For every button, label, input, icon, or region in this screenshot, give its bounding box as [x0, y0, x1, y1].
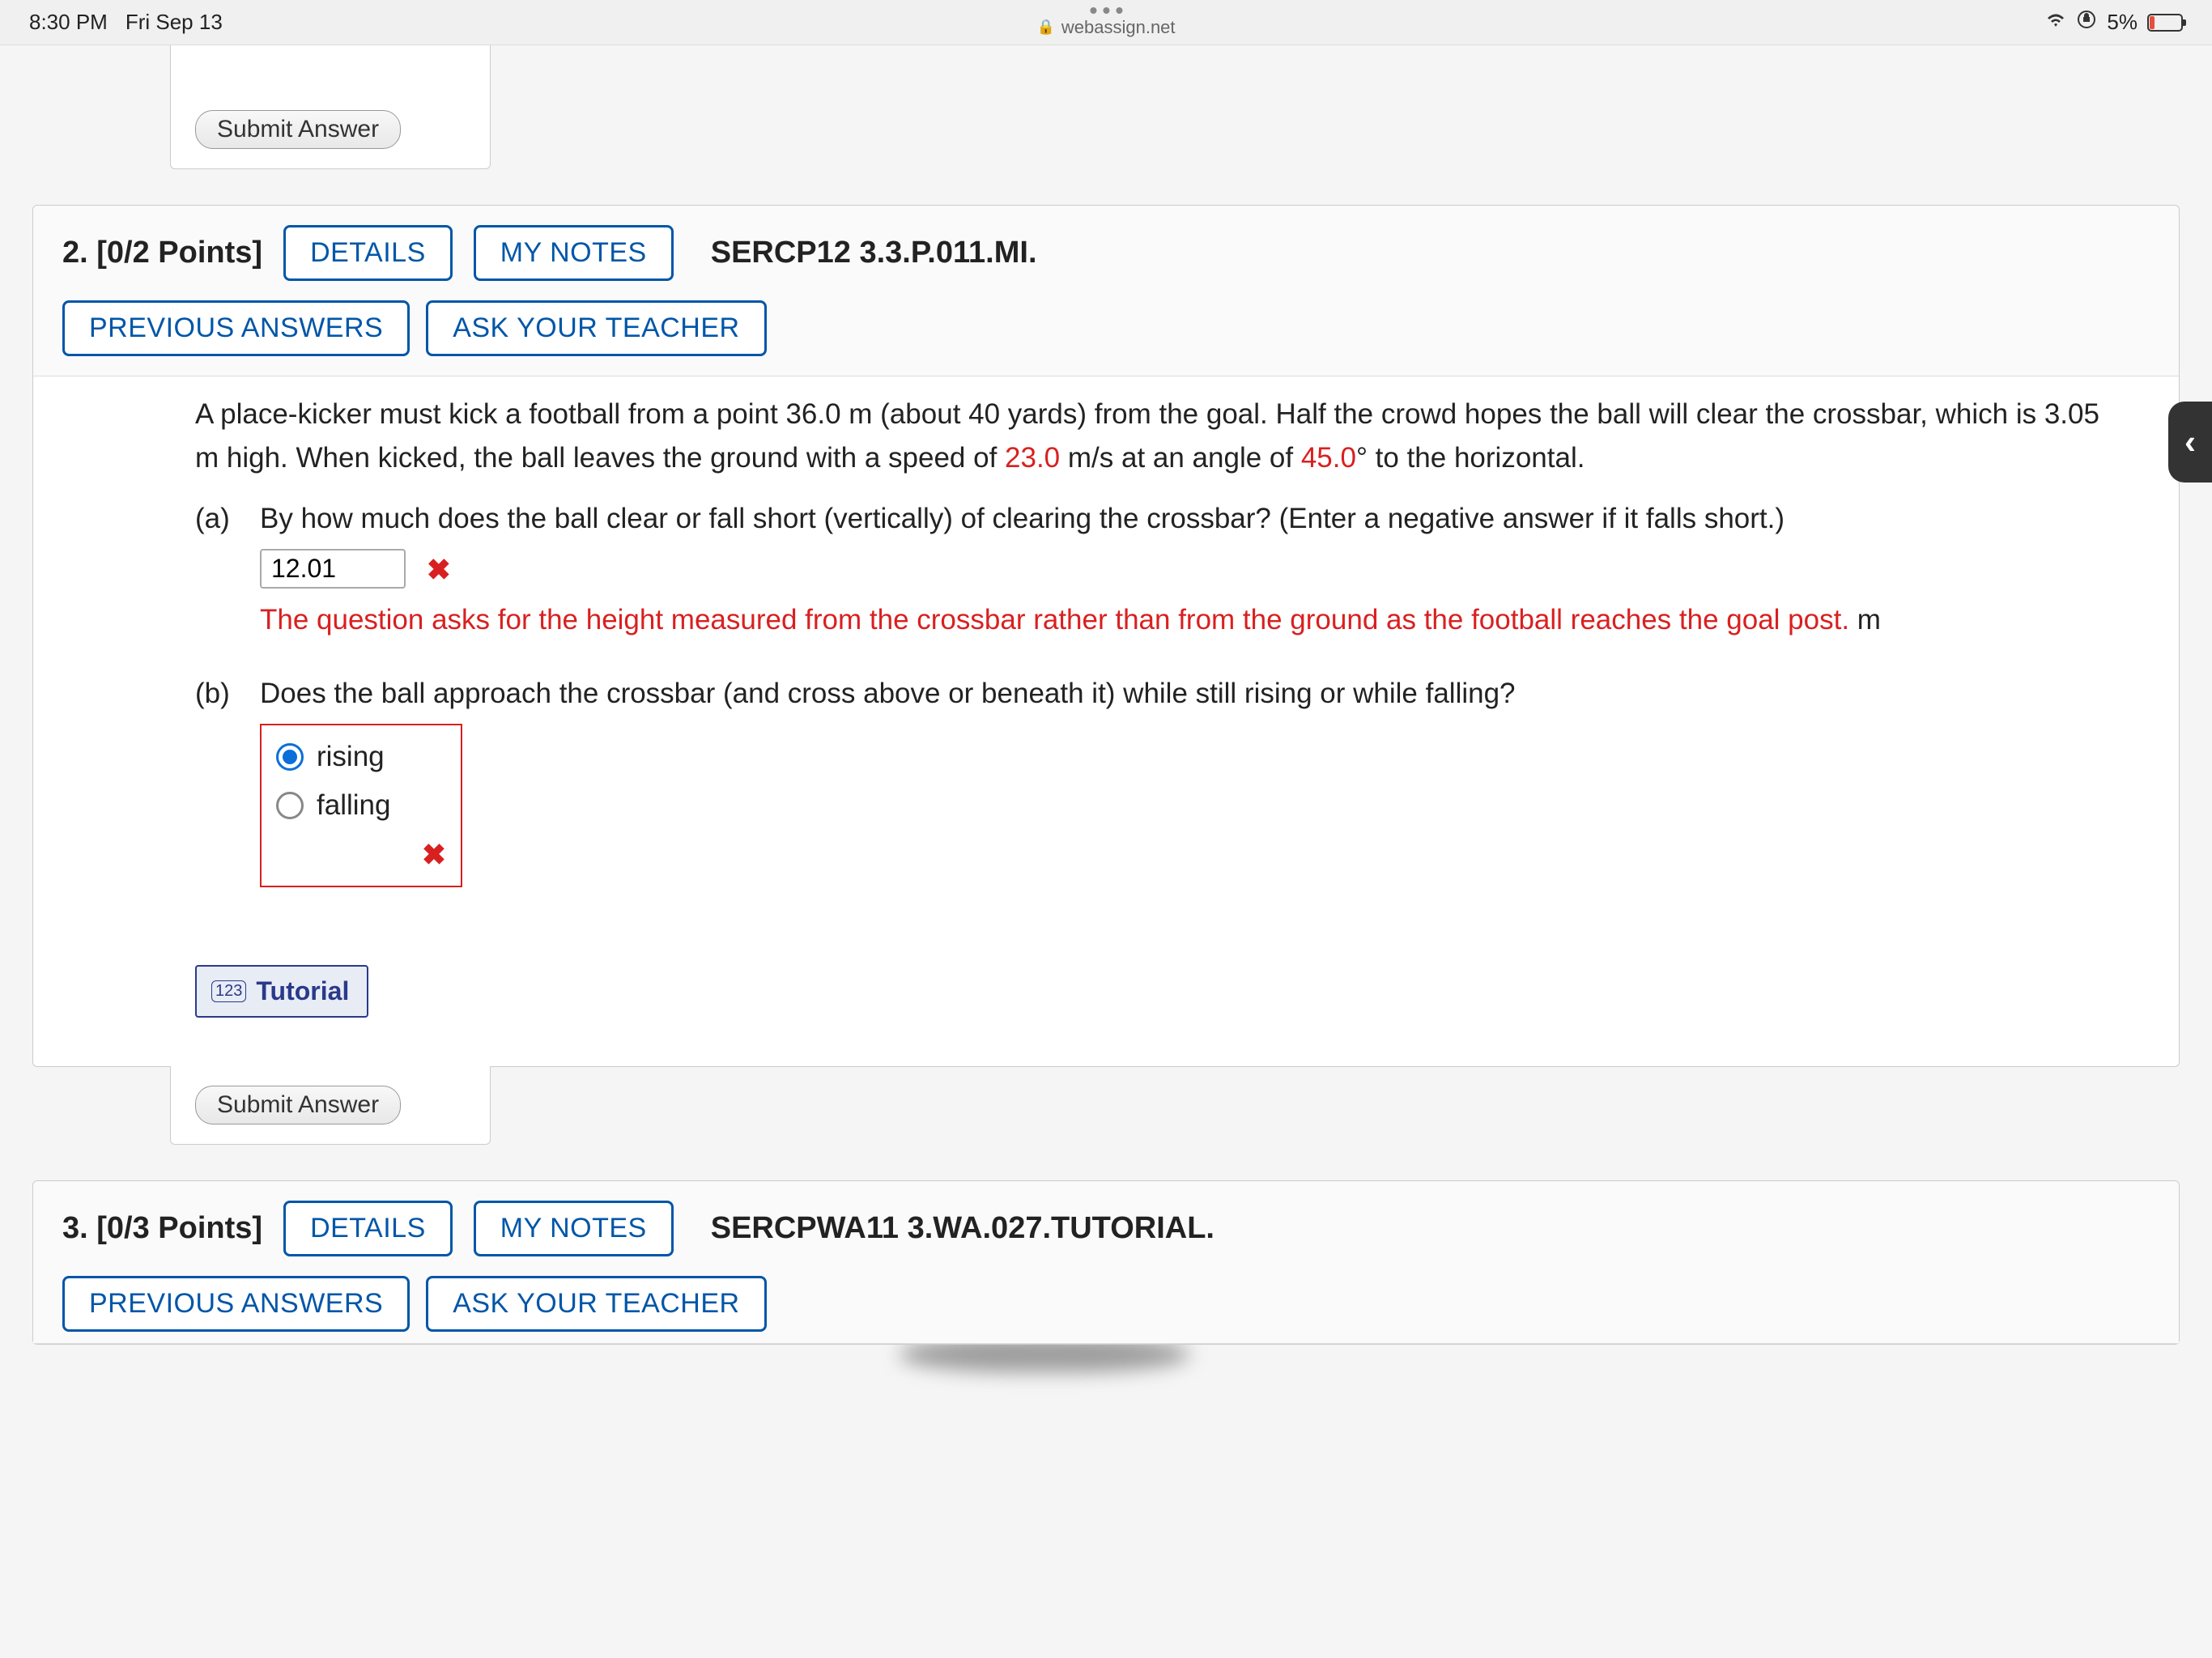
question-code: SERCP12 3.3.P.011.MI. — [711, 236, 1037, 270]
submit-answer-button[interactable]: Submit Answer — [195, 1086, 401, 1124]
battery-icon — [2147, 14, 2183, 32]
date-text: Fri Sep 13 — [125, 10, 223, 35]
incorrect-icon: ✖ — [276, 832, 446, 878]
my-notes-button[interactable]: MY NOTES — [474, 1201, 674, 1256]
part-b-text: Does the ball approach the crossbar (and… — [260, 672, 2130, 716]
part-a-label: (a) — [195, 497, 244, 643]
status-right: 5% — [2045, 9, 2183, 36]
question-number: 2. [0/2 Points] — [62, 236, 262, 270]
wifi-icon — [2045, 11, 2066, 34]
clock-text: 8:30 PM — [29, 10, 108, 35]
previous-answers-button[interactable]: PREVIOUS ANSWERS — [62, 300, 410, 356]
part-a-answer-input[interactable] — [260, 549, 406, 589]
radio-label: falling — [317, 784, 390, 827]
radio-icon — [276, 792, 304, 819]
url-bar[interactable]: 🔒 webassign.net — [1036, 7, 1175, 38]
tabs-dots-icon — [1090, 7, 1122, 14]
details-button[interactable]: DETAILS — [283, 1201, 453, 1256]
radio-option-rising[interactable]: rising — [276, 735, 446, 779]
details-button[interactable]: DETAILS — [283, 225, 453, 281]
submit-answer-button[interactable]: Submit Answer — [195, 110, 401, 149]
part-a-unit: m — [1857, 604, 1881, 636]
radio-icon — [276, 743, 304, 771]
prev-question-footer: Submit Answer — [170, 45, 491, 169]
part-b-label: (b) — [195, 672, 244, 888]
part-a: (a) By how much does the ball clear or f… — [195, 497, 2130, 643]
chevron-left-icon: ‹ — [2184, 423, 2196, 461]
question-2-footer: Submit Answer — [170, 1066, 491, 1145]
orientation-lock-icon — [2076, 9, 2097, 36]
question-2-card: 2. [0/2 Points] DETAILS MY NOTES SERCP12… — [32, 205, 2180, 1067]
part-b-radio-group: rising falling ✖ — [260, 724, 462, 887]
question-code: SERCPWA11 3.WA.027.TUTORIAL. — [711, 1211, 1214, 1246]
tutorial-icon: 123 — [211, 980, 246, 1002]
speed-value: 23.0 — [1005, 442, 1060, 474]
part-b: (b) Does the ball approach the crossbar … — [195, 672, 2130, 888]
part-a-text: By how much does the ball clear or fall … — [260, 497, 2130, 541]
question-2-body: A place-kicker must kick a football from… — [33, 376, 2179, 1066]
url-text: webassign.net — [1061, 17, 1176, 38]
radio-label: rising — [317, 735, 385, 779]
previous-answers-button[interactable]: PREVIOUS ANSWERS — [62, 1276, 410, 1332]
tutorial-button[interactable]: 123 Tutorial — [195, 965, 368, 1018]
battery-pct: 5% — [2107, 10, 2138, 35]
question-3-card: 3. [0/3 Points] DETAILS MY NOTES SERCPWA… — [32, 1180, 2180, 1345]
status-bar: 8:30 PM Fri Sep 13 🔒 webassign.net 5% — [0, 0, 2212, 45]
question-3-header: 3. [0/3 Points] DETAILS MY NOTES SERCPWA… — [33, 1181, 2179, 1344]
ask-teacher-button[interactable]: ASK YOUR TEACHER — [426, 1276, 766, 1332]
status-left: 8:30 PM Fri Sep 13 — [29, 10, 223, 35]
question-2-header: 2. [0/2 Points] DETAILS MY NOTES SERCP12… — [33, 206, 2179, 376]
ask-teacher-button[interactable]: ASK YOUR TEACHER — [426, 300, 766, 356]
question-number: 3. [0/3 Points] — [62, 1211, 262, 1246]
part-a-feedback: The question asks for the height measure… — [260, 598, 2130, 642]
collapse-panel-tab[interactable]: ‹ — [2168, 402, 2212, 483]
incorrect-icon: ✖ — [427, 553, 451, 586]
my-notes-button[interactable]: MY NOTES — [474, 225, 674, 281]
radio-option-falling[interactable]: falling — [276, 784, 446, 827]
angle-value: 45.0 — [1301, 442, 1356, 474]
question-intro: A place-kicker must kick a football from… — [195, 393, 2130, 481]
lock-icon: 🔒 — [1036, 19, 1054, 36]
tutorial-label: Tutorial — [256, 976, 349, 1006]
